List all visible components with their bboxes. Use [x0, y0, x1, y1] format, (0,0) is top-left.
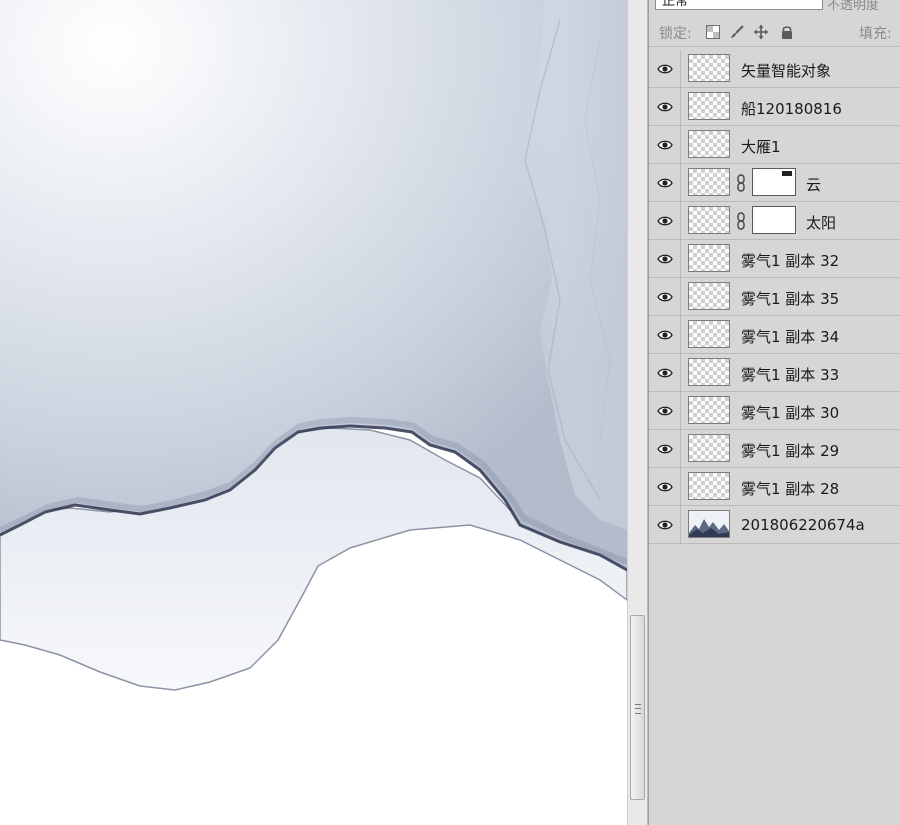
- layer-name: 大雁1: [741, 138, 781, 156]
- layer-row[interactable]: 雾气1 副本 33: [649, 354, 900, 392]
- visibility-toggle[interactable]: [649, 392, 681, 430]
- layer-row[interactable]: 雾气1 副本 32: [649, 240, 900, 278]
- layer-name: 雾气1 副本 29: [741, 442, 840, 460]
- visibility-toggle[interactable]: [649, 202, 681, 240]
- eye-icon: [657, 482, 673, 492]
- opacity-label: 不透明度: [827, 0, 880, 13]
- blend-mode-select[interactable]: 正常: [655, 0, 823, 10]
- eye-icon: [657, 178, 673, 188]
- ink-wash-artwork: [0, 0, 627, 691]
- layer-name: 船120180816: [741, 100, 842, 118]
- layer-row[interactable]: 雾气1 副本 30: [649, 392, 900, 430]
- layer-thumbnail: [688, 434, 730, 462]
- eye-icon: [657, 368, 673, 378]
- eye-icon: [657, 330, 673, 340]
- visibility-toggle[interactable]: [649, 164, 681, 202]
- layer-thumbnail: [688, 244, 730, 272]
- eye-icon: [657, 406, 673, 416]
- layer-name: 雾气1 副本 30: [741, 404, 840, 422]
- layer-thumbnail: [688, 130, 730, 158]
- layer-thumbnail: [688, 206, 730, 234]
- layer-thumbnail: [688, 472, 730, 500]
- visibility-toggle[interactable]: [649, 50, 681, 88]
- layer-thumbnail: [688, 92, 730, 120]
- visibility-toggle[interactable]: [649, 354, 681, 392]
- layer-row[interactable]: 雾气1 副本 35: [649, 278, 900, 316]
- visibility-toggle[interactable]: [649, 126, 681, 164]
- mask-link-icon[interactable]: [736, 212, 746, 230]
- layer-row[interactable]: 船120180816: [649, 88, 900, 126]
- lock-all-icon[interactable]: [779, 24, 795, 40]
- layer-name: 矢量智能对象: [741, 62, 832, 80]
- layer-thumbnail: [688, 282, 730, 310]
- layer-row[interactable]: 雾气1 副本 29: [649, 430, 900, 468]
- eye-icon: [657, 292, 673, 302]
- fill-label: 填充:: [859, 26, 892, 42]
- eye-icon: [657, 520, 673, 530]
- layer-row[interactable]: 大雁1: [649, 126, 900, 164]
- visibility-toggle[interactable]: [649, 316, 681, 354]
- layer-name: 云: [806, 176, 822, 194]
- layer-thumbnail: [688, 320, 730, 348]
- visibility-toggle[interactable]: [649, 88, 681, 126]
- visibility-toggle[interactable]: [649, 506, 681, 544]
- layer-thumbnail: [688, 396, 730, 424]
- layer-name: 太阳: [806, 214, 837, 232]
- layer-thumbnail: [688, 54, 730, 82]
- scrollbar-thumb[interactable]: [630, 615, 645, 800]
- lock-row: 锁定: 填充:: [649, 18, 900, 47]
- mask-link-icon[interactable]: [736, 174, 746, 192]
- layer-name: 雾气1 副本 34: [741, 328, 840, 346]
- layer-name: 雾气1 副本 32: [741, 252, 840, 270]
- layer-name: 201806220674a: [741, 516, 865, 534]
- mask-shape: [782, 171, 792, 176]
- layers-panel-empty-area: [649, 554, 900, 825]
- layer-row[interactable]: 雾气1 副本 28: [649, 468, 900, 506]
- eye-icon: [657, 140, 673, 150]
- layer-name: 雾气1 副本 35: [741, 290, 840, 308]
- lock-move-icon[interactable]: [753, 24, 769, 40]
- eye-icon: [657, 64, 673, 74]
- layer-row[interactable]: 云: [649, 164, 900, 202]
- blend-row: 正常 不透明度: [649, 0, 900, 14]
- layers-panel: 正常 不透明度 锁定: 填充: 矢量智能对象 船120180816 大雁1 云 …: [648, 0, 900, 825]
- eye-icon: [657, 102, 673, 112]
- layer-row[interactable]: 201806220674a: [649, 506, 900, 544]
- lock-brush-icon[interactable]: [729, 24, 745, 40]
- layer-name: 雾气1 副本 33: [741, 366, 840, 384]
- layer-name: 雾气1 副本 28: [741, 480, 840, 498]
- visibility-toggle[interactable]: [649, 430, 681, 468]
- layer-thumbnail: [688, 358, 730, 386]
- layer-mask-thumbnail[interactable]: [752, 206, 796, 234]
- eye-icon: [657, 216, 673, 226]
- scrollbar-grip-icon: [635, 704, 641, 714]
- layer-thumbnail: [688, 168, 730, 196]
- layer-row[interactable]: 太阳: [649, 202, 900, 240]
- landscape-thumbnail-icon: [689, 511, 729, 537]
- eye-icon: [657, 444, 673, 454]
- layer-row[interactable]: 矢量智能对象: [649, 50, 900, 88]
- eye-icon: [657, 254, 673, 264]
- lock-transparent-icon[interactable]: [705, 24, 721, 40]
- visibility-toggle[interactable]: [649, 278, 681, 316]
- visibility-toggle[interactable]: [649, 240, 681, 278]
- layers-list: 矢量智能对象 船120180816 大雁1 云 太阳 雾气1 副本 32 雾气1…: [649, 50, 900, 544]
- layer-row[interactable]: 雾气1 副本 34: [649, 316, 900, 354]
- visibility-toggle[interactable]: [649, 468, 681, 506]
- layer-mask-thumbnail[interactable]: [752, 168, 796, 196]
- document-canvas[interactable]: [0, 0, 627, 825]
- lock-label: 锁定:: [659, 26, 692, 42]
- layer-image-thumbnail: [688, 510, 730, 538]
- canvas-vertical-scrollbar[interactable]: [627, 0, 648, 825]
